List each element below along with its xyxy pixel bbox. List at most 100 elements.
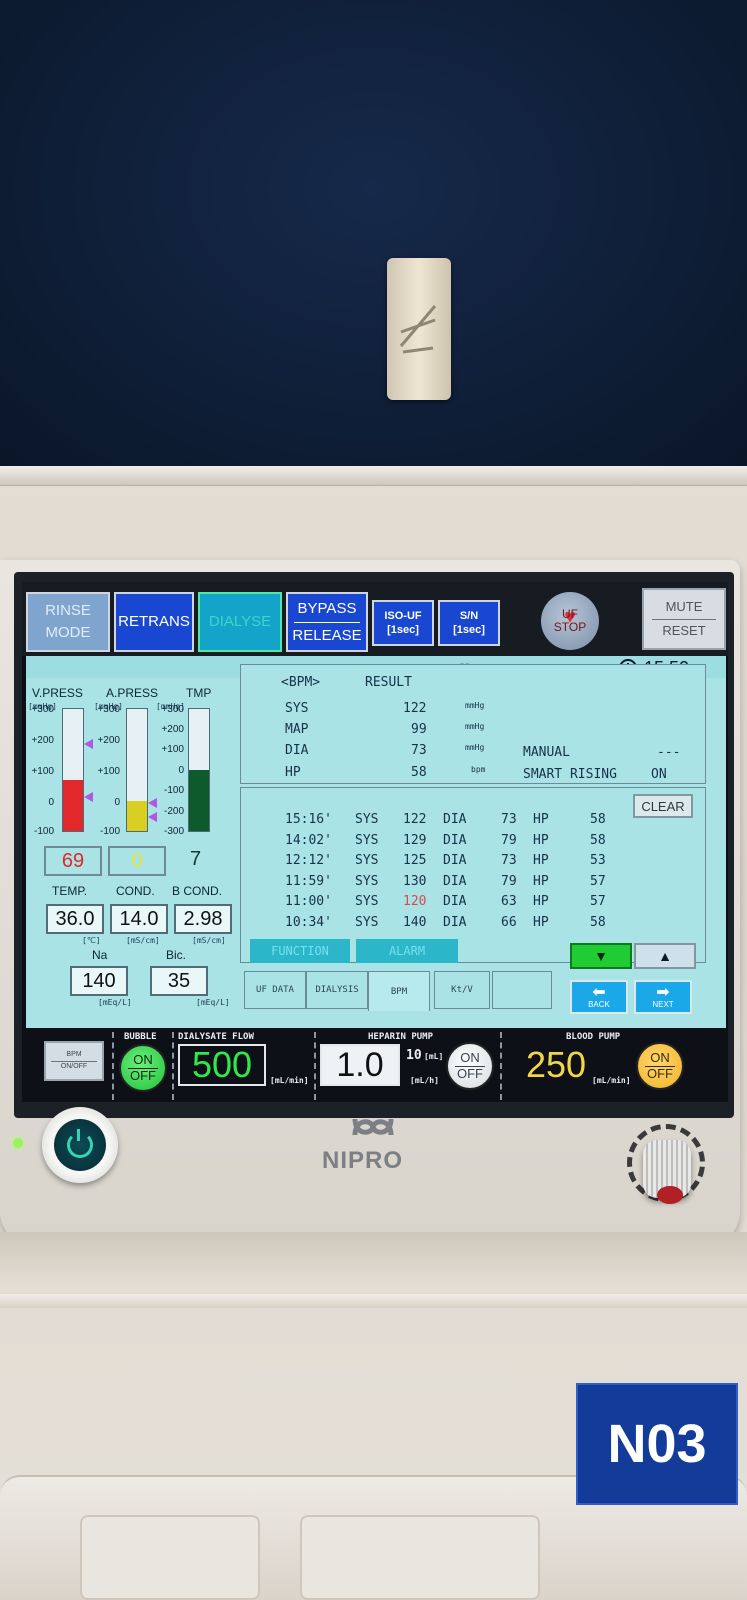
blood-pump-label: BLOOD PUMP xyxy=(566,1032,621,1042)
heparin-pump-toggle[interactable]: ON OFF xyxy=(446,1042,494,1090)
temp-unit: [℃] xyxy=(82,936,101,945)
bic-label: Bic. xyxy=(166,948,187,962)
dialyse-label: DIALYSE xyxy=(208,613,272,631)
heparin-rate-value[interactable]: 1.0 xyxy=(320,1044,400,1086)
bpm-history-cell: 122 xyxy=(403,812,427,827)
bpm-on-off-button[interactable]: BPM ON/OFF xyxy=(44,1041,104,1081)
iso-uf-button[interactable]: ISO-UF [1sec] xyxy=(372,600,434,646)
bpm-button-label-2: ON/OFF xyxy=(60,1062,88,1070)
bpm-history-cell: SYS xyxy=(355,914,379,930)
a-tick: -100 xyxy=(99,826,120,837)
bpm-history-cell: 66 xyxy=(501,914,517,930)
tmp-gauge xyxy=(188,708,210,832)
off-label: OFF xyxy=(647,1065,673,1081)
bpm-history-cell: 12:12' xyxy=(285,853,332,868)
rinse-mode-label-2: MODE xyxy=(45,624,91,641)
rinse-mode-label: RINSE xyxy=(45,602,91,620)
scroll-down-button[interactable]: ▼ xyxy=(570,943,632,969)
sn-label: S/N xyxy=(459,609,479,622)
b-cond-value[interactable]: 2.98 xyxy=(174,904,232,934)
mute-label: MUTE xyxy=(665,598,703,614)
bpm-history-cell: 140 xyxy=(403,914,427,930)
bpm-history-cell: 129 xyxy=(403,832,427,848)
tab-ktv[interactable]: Kt/V xyxy=(434,971,490,1009)
result-header: RESULT xyxy=(365,675,412,690)
dialysate-flow-unit: [mL/min] xyxy=(270,1076,309,1085)
tmp-tick: 0 xyxy=(178,765,184,776)
bpm-history-cell: 58 xyxy=(590,914,606,930)
bpm-history-cell: HP xyxy=(533,832,549,848)
tab-uf-data[interactable]: UF DATA xyxy=(244,971,306,1009)
blood-pump-toggle[interactable]: ON OFF xyxy=(636,1042,684,1090)
background-wall xyxy=(0,0,747,470)
mute-reset-button[interactable]: MUTE RESET xyxy=(642,588,726,650)
bpm-history-cell: SYS xyxy=(355,832,379,848)
tmp-tick: -300 xyxy=(163,826,184,837)
bubble-toggle[interactable]: ON OFF xyxy=(119,1044,167,1092)
retrans-label: RETRANS xyxy=(118,613,190,631)
bpm-history-cell: 63 xyxy=(501,894,517,909)
bpm-history-cell: 130 xyxy=(403,873,427,889)
bubble-label: BUBBLE xyxy=(124,1032,157,1042)
na-value[interactable]: 140 xyxy=(70,966,128,996)
bpm-history-cell: 11:00' xyxy=(285,894,332,909)
heparin-volume-unit: [mL] xyxy=(424,1052,444,1061)
cond-value[interactable]: 14.0 xyxy=(110,904,168,934)
mode-toolbar: RINSE MODE RETRANS DIALYSE BYPASS RELEAS… xyxy=(22,582,728,656)
tab-bpm[interactable]: BPM xyxy=(368,971,430,1011)
machine-rim xyxy=(0,466,747,486)
arrow-up-icon: ▲ xyxy=(658,948,672,964)
bypass-label: BYPASS xyxy=(297,599,357,617)
v-tick: -100 xyxy=(33,826,54,837)
power-button[interactable] xyxy=(42,1107,118,1183)
dialyse-button[interactable]: DIALYSE xyxy=(198,592,282,652)
on-label: ON xyxy=(133,1051,153,1067)
temp-value[interactable]: 36.0 xyxy=(46,904,104,934)
bpm-row-name: HP xyxy=(285,765,301,780)
bpm-history-cell: 125 xyxy=(403,853,427,868)
tmp-label: TMP xyxy=(186,686,212,700)
bpm-history-cell: DIA xyxy=(443,894,467,909)
bypass-release-button[interactable]: BYPASS RELEASE xyxy=(286,592,368,652)
bpm-history-cell: 11:59' xyxy=(285,873,332,889)
tmp-tick: +200 xyxy=(161,724,184,735)
bpm-history-cell: HP xyxy=(533,894,549,909)
back-button[interactable]: ⬅ BACK xyxy=(570,980,628,1014)
station-tag: N03 xyxy=(576,1383,738,1505)
smart-rising-label: SMART RISING xyxy=(523,767,617,782)
tmp-value: 7 xyxy=(190,848,202,870)
v-press-fill xyxy=(63,779,83,831)
divider xyxy=(314,1032,316,1100)
na-unit: [mEq/L] xyxy=(98,998,132,1007)
tab-dialysis[interactable]: DIALYSIS xyxy=(306,971,368,1009)
dialysate-flow-value[interactable]: 500 xyxy=(178,1044,266,1086)
bic-value[interactable]: 35 xyxy=(150,966,208,996)
blood-pump-value[interactable]: 250 xyxy=(518,1044,594,1086)
function-button[interactable]: FUNCTION xyxy=(250,939,350,963)
bpm-history-cell: 73 xyxy=(501,812,517,827)
a-tick: +100 xyxy=(97,766,120,777)
bpm-history-cell: DIA xyxy=(443,873,467,889)
alarm-button[interactable]: ALARM xyxy=(356,939,458,963)
divider xyxy=(112,1032,114,1100)
retrans-button[interactable]: RETRANS xyxy=(114,592,194,652)
next-button[interactable]: ➡ NEXT xyxy=(634,980,692,1014)
tab-empty[interactable] xyxy=(492,971,552,1009)
wall-socket xyxy=(387,258,451,400)
machine-shelf xyxy=(0,1232,747,1292)
bpm-history-cell: 53 xyxy=(590,853,606,868)
divider xyxy=(500,1032,502,1100)
sn-button[interactable]: S/N [1sec] xyxy=(438,600,500,646)
v-press-gauge xyxy=(62,708,84,832)
heparin-pump-label: HEPARIN PUMP xyxy=(368,1032,434,1042)
tray-slot xyxy=(300,1515,540,1600)
uf-stop-button[interactable]: ♥ UF STOP xyxy=(541,592,599,650)
a-press-fill xyxy=(127,800,147,831)
clear-button[interactable]: CLEAR xyxy=(633,794,693,818)
bpm-row-name: MAP xyxy=(285,722,309,737)
rinse-mode-button[interactable]: RINSE MODE xyxy=(26,592,110,652)
bpm-history-cell: 79 xyxy=(501,832,517,848)
scroll-up-button[interactable]: ▲ xyxy=(634,943,696,969)
power-led xyxy=(13,1138,23,1148)
bpm-result-panel: <BPM> RESULT SYS 122 mmHg MAP 99 mmHg DI… xyxy=(240,664,706,784)
